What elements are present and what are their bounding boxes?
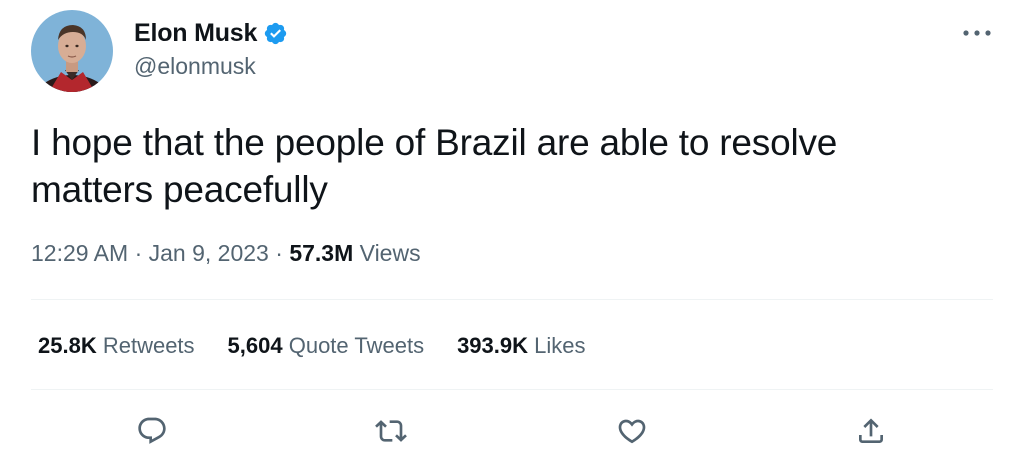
tweet-time[interactable]: 12:29 AM	[31, 240, 128, 266]
tweet-text: I hope that the people of Brazil are abl…	[31, 119, 991, 213]
likes-label: Likes	[528, 333, 586, 358]
author-name-row: Elon Musk	[134, 16, 288, 50]
divider	[31, 299, 993, 300]
more-icon	[963, 30, 991, 36]
author-handle[interactable]: @elonmusk	[134, 53, 256, 80]
retweets-count: 25.8K	[38, 333, 97, 358]
retweet-button[interactable]	[373, 413, 409, 449]
retweets-label: Retweets	[96, 333, 195, 358]
quote-tweets-stat[interactable]: 5,604 Quote Tweets	[228, 333, 425, 359]
share-button[interactable]	[853, 413, 889, 449]
reply-icon	[138, 417, 166, 444]
views-count: 57.3M	[289, 240, 354, 266]
action-bar	[0, 413, 1022, 449]
avatar[interactable]	[31, 10, 113, 92]
divider	[31, 389, 993, 390]
reply-button[interactable]	[134, 413, 170, 449]
like-icon	[618, 419, 646, 444]
tweet-card: Elon Musk @elonmusk I hope that the peop…	[0, 0, 1022, 470]
author-display-name[interactable]: Elon Musk	[134, 19, 257, 48]
tweet-meta: 12:29 AM · Jan 9, 2023 · 57.3M Views	[31, 240, 421, 267]
verified-badge-icon	[263, 21, 288, 46]
like-button[interactable]	[614, 413, 650, 449]
share-icon	[859, 418, 883, 443]
likes-count: 393.9K	[457, 333, 529, 358]
meta-separator: ·	[128, 240, 149, 266]
views-label: Views	[353, 240, 421, 266]
retweet-icon	[375, 420, 407, 442]
profile-photo	[31, 10, 113, 92]
likes-stat[interactable]: 393.9K Likes	[457, 333, 585, 359]
engagement-stats: 25.8K Retweets 5,604 Quote Tweets 393.9K…	[38, 333, 619, 359]
retweets-stat[interactable]: 25.8K Retweets	[38, 333, 195, 359]
more-options-button[interactable]	[958, 18, 996, 48]
quote-tweets-count: 5,604	[227, 333, 283, 358]
tweet-text-line-1: I hope that the people of Brazil are abl…	[31, 122, 838, 163]
tweet-date[interactable]: Jan 9, 2023	[149, 240, 269, 266]
quote-tweets-label: Quote Tweets	[282, 333, 425, 358]
tweet-text-line-2: matters peacefully	[31, 169, 328, 210]
meta-separator: ·	[268, 240, 290, 266]
